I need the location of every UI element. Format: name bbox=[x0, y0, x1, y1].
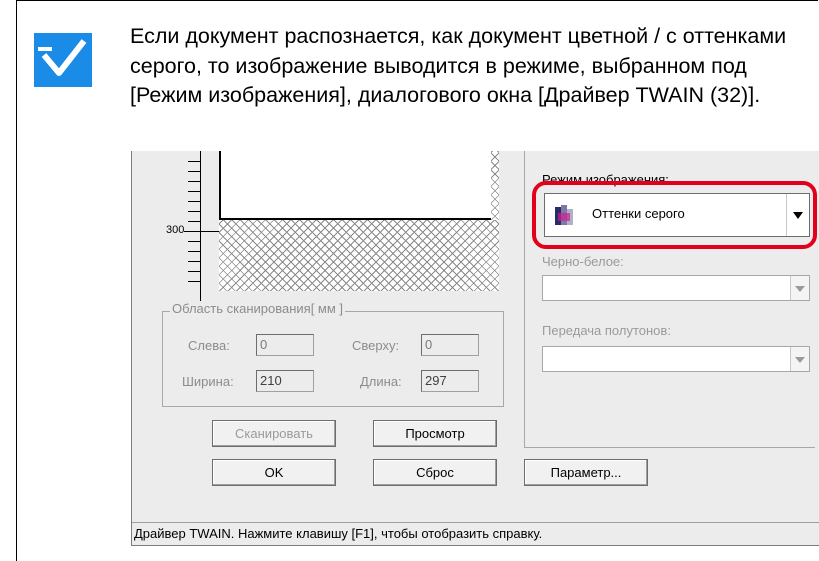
highlight-frame bbox=[532, 181, 817, 249]
chevron-down-icon bbox=[790, 347, 809, 371]
bw-select[interactable] bbox=[542, 275, 810, 301]
scan-area-group bbox=[162, 311, 504, 407]
preview-hatch bbox=[219, 220, 499, 291]
chevron-down-icon bbox=[790, 276, 809, 300]
twain-dialog-screenshot: 300 Область сканирования[ мм ] Слева: 0 … bbox=[131, 151, 819, 546]
width-field[interactable]: 210 bbox=[256, 370, 314, 392]
top-label: Сверху: bbox=[352, 338, 400, 353]
ok-button[interactable]: OK bbox=[212, 459, 336, 486]
scan-preview-area[interactable] bbox=[219, 151, 499, 291]
preview-page bbox=[219, 151, 493, 220]
halftone-label: Передача полутонов: bbox=[542, 323, 671, 338]
status-bar: Драйвер TWAIN. Нажмите клавишу [F1], что… bbox=[132, 522, 819, 545]
scan-area-title: Область сканирования[ мм ] bbox=[170, 301, 346, 316]
ruler bbox=[200, 151, 201, 301]
bw-label: Черно-белое: bbox=[542, 254, 624, 269]
note-text: Если документ распознается, как документ… bbox=[130, 24, 787, 107]
width-label: Ширина: bbox=[182, 374, 234, 389]
ruler-label: 300 bbox=[166, 224, 185, 236]
checkmark-icon bbox=[34, 33, 92, 87]
params-button[interactable]: Параметр... bbox=[524, 459, 648, 486]
top-field[interactable]: 0 bbox=[421, 334, 479, 356]
scan-button[interactable]: Сканировать bbox=[212, 420, 336, 447]
reset-button[interactable]: Сброс bbox=[373, 459, 497, 486]
length-field[interactable]: 297 bbox=[421, 370, 479, 392]
left-field[interactable]: 0 bbox=[256, 334, 314, 356]
preview-button[interactable]: Просмотр bbox=[373, 420, 497, 447]
left-label: Слева: bbox=[188, 338, 230, 353]
halftone-select[interactable] bbox=[542, 346, 810, 372]
length-label: Длина: bbox=[360, 374, 402, 389]
